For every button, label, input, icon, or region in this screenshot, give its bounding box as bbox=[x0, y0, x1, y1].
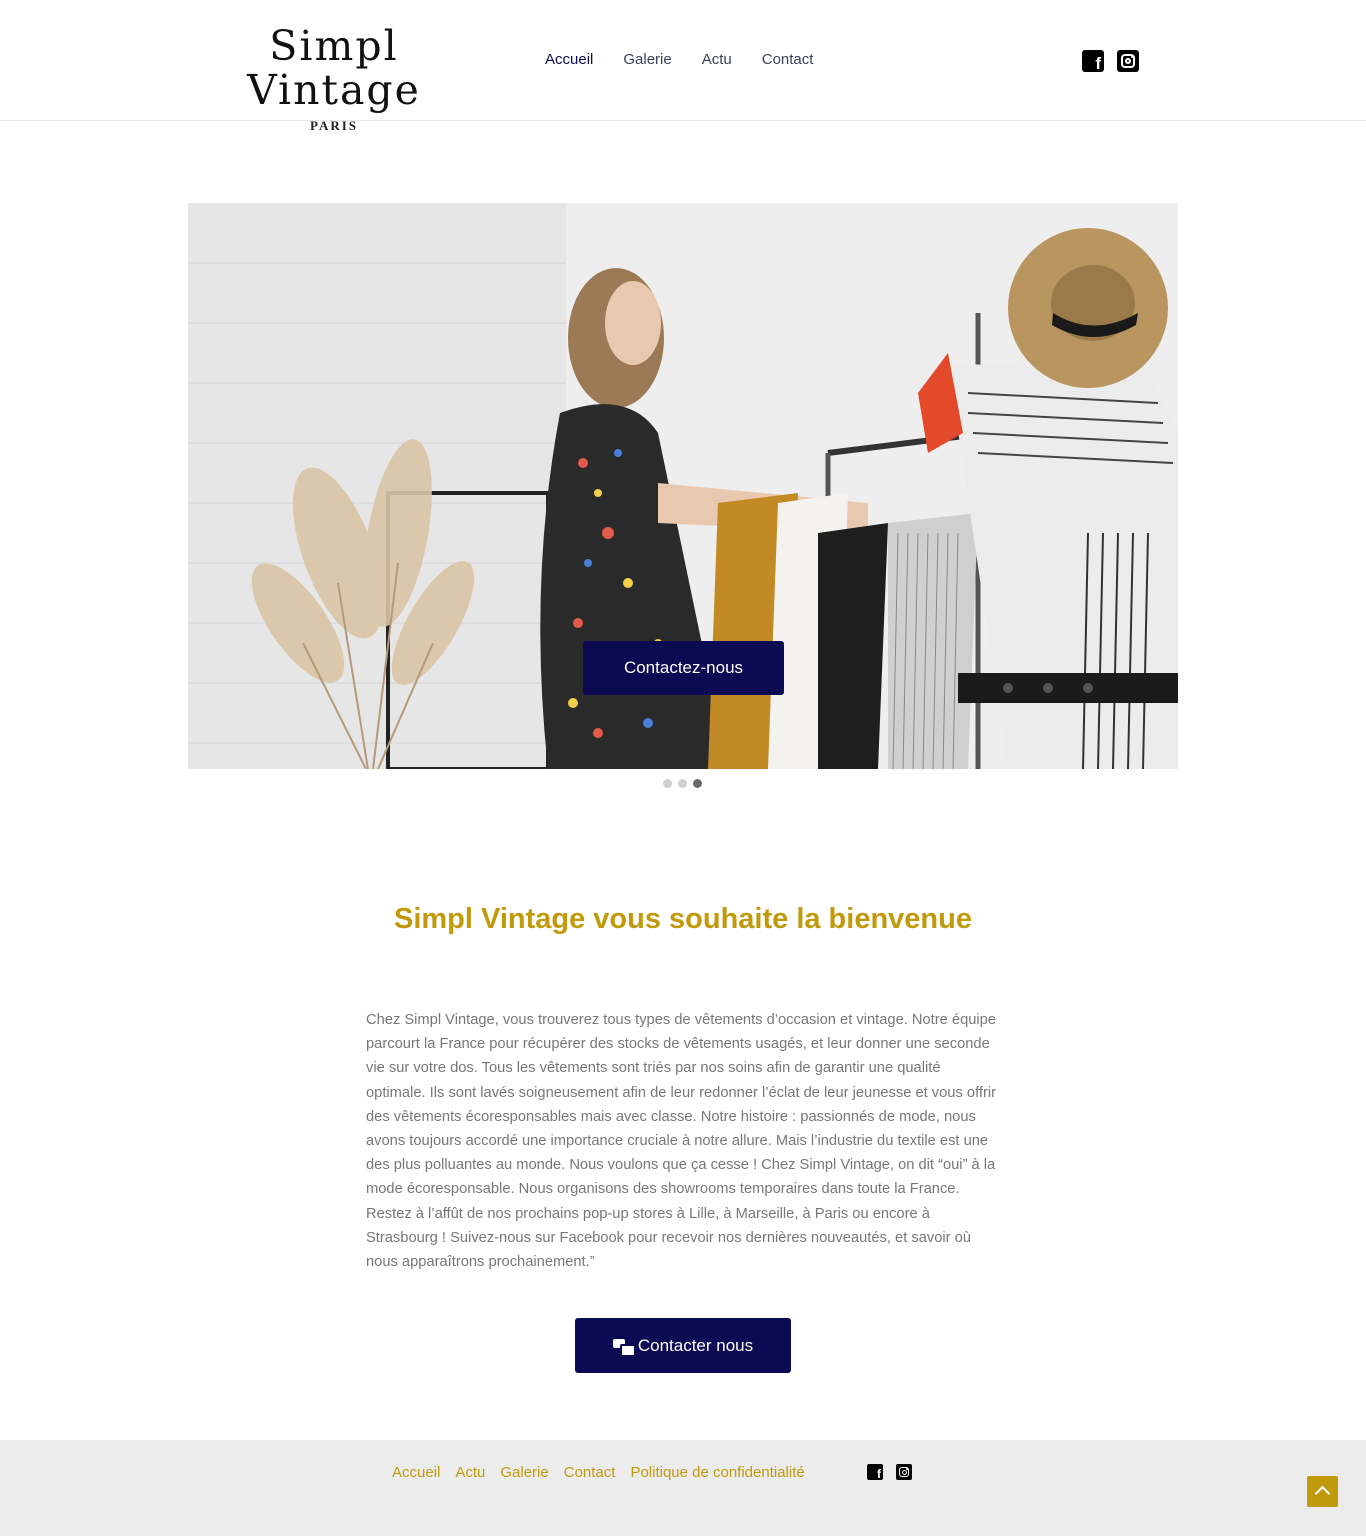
slider-dot[interactable] bbox=[663, 779, 672, 788]
footer-link-accueil[interactable]: Accueil bbox=[392, 1463, 440, 1483]
footer-link-contact[interactable]: Contact bbox=[564, 1463, 616, 1483]
facebook-icon[interactable]: f bbox=[1082, 50, 1104, 72]
footer-social-links: f bbox=[867, 1464, 912, 1480]
site-logo[interactable]: Simpl Vintage PARIS bbox=[176, 24, 492, 133]
footer-link-galerie[interactable]: Galerie bbox=[500, 1463, 548, 1483]
hero-contact-button[interactable]: Contactez-nous bbox=[583, 641, 784, 695]
facebook-icon[interactable]: f bbox=[867, 1464, 883, 1480]
nav-item-galerie[interactable]: Galerie bbox=[623, 50, 671, 70]
footer-link-actu[interactable]: Actu bbox=[455, 1463, 485, 1483]
contact-cta-button[interactable]: Contacter nous bbox=[575, 1318, 791, 1373]
intro-paragraph: Chez Simpl Vintage, vous trouverez tous … bbox=[366, 1012, 997, 1271]
site-header: Simpl Vintage PARIS Accueil Galerie Actu… bbox=[0, 0, 1366, 133]
scroll-to-top-button[interactable] bbox=[1307, 1476, 1338, 1507]
slider-dots bbox=[663, 779, 702, 788]
site-footer: Accueil Actu Galerie Contact Politique d… bbox=[0, 1440, 1366, 1536]
hero-slider: Contactez-nous bbox=[188, 203, 1178, 769]
logo-location: PARIS bbox=[309, 118, 359, 133]
welcome-title: Simpl Vintage vous souhaite la bienvenue bbox=[393, 903, 972, 935]
nav-item-actu[interactable]: Actu bbox=[702, 50, 732, 70]
mail-bulk-icon bbox=[612, 1338, 636, 1357]
slider-dot[interactable] bbox=[678, 779, 687, 788]
logo-wordmark: Simpl Vintage bbox=[247, 22, 421, 114]
nav-item-contact[interactable]: Contact bbox=[762, 50, 814, 70]
instagram-icon[interactable] bbox=[896, 1464, 912, 1480]
header-social-links: f bbox=[1082, 50, 1139, 72]
contact-cta-label: Contacter nous bbox=[637, 1335, 754, 1355]
footer-link-privacy[interactable]: Politique de confidentialité bbox=[630, 1463, 804, 1483]
footer-nav: Accueil Actu Galerie Contact Politique d… bbox=[392, 1463, 805, 1483]
main-nav: Accueil Galerie Actu Contact bbox=[545, 50, 813, 70]
slider-dot-active[interactable] bbox=[693, 779, 702, 788]
nav-item-accueil[interactable]: Accueil bbox=[545, 50, 593, 70]
instagram-icon[interactable] bbox=[1117, 50, 1139, 72]
